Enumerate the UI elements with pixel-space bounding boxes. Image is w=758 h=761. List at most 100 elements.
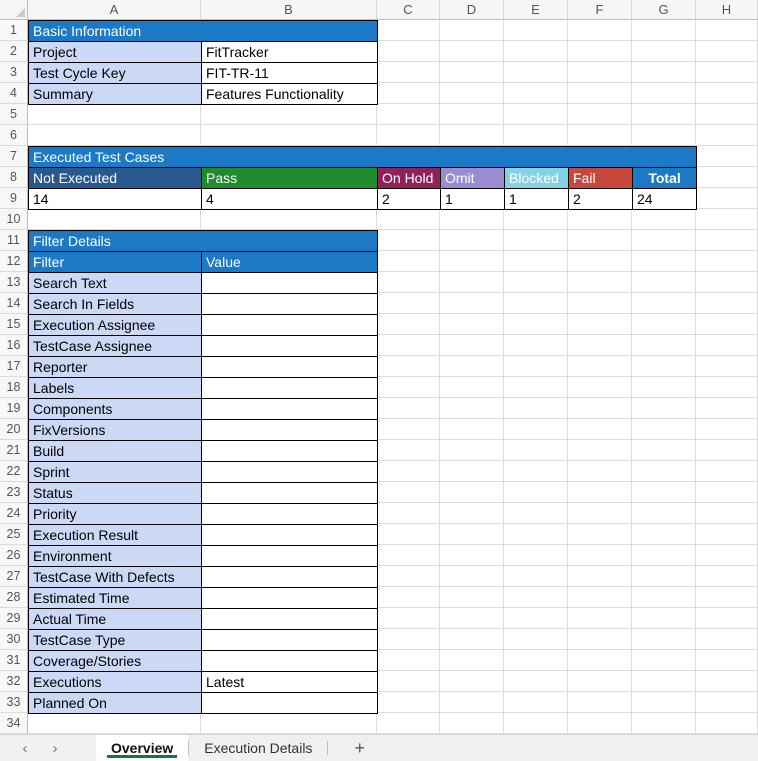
filter-column-header[interactable]: Filter	[28, 251, 202, 273]
filter-value-cell[interactable]	[200, 440, 379, 462]
row-number-34[interactable]: 34	[0, 713, 28, 734]
status-count-cell-on-hold[interactable]: 2	[377, 188, 441, 210]
row-number-22[interactable]: 22	[0, 461, 28, 482]
filter-label-cell[interactable]: Environment	[28, 545, 202, 567]
column-header-a[interactable]: A	[28, 0, 201, 20]
row-number-16[interactable]: 16	[0, 335, 28, 356]
basic-info-label-cell[interactable]: Test Cycle Key	[28, 62, 202, 84]
filter-value-cell[interactable]	[200, 293, 379, 315]
filter-value-cell[interactable]	[200, 419, 379, 441]
filter-value-cell[interactable]	[200, 545, 379, 567]
row-number-30[interactable]: 30	[0, 629, 28, 650]
filter-label-cell[interactable]: Search Text	[28, 272, 202, 294]
column-header-h[interactable]: H	[696, 0, 758, 20]
filter-label-cell[interactable]: Actual Time	[28, 608, 202, 630]
status-header-cell-not-executed[interactable]: Not Executed	[28, 167, 202, 189]
status-header-cell-omit[interactable]: Omit	[440, 167, 505, 189]
filter-label-cell[interactable]: Execution Assignee	[28, 314, 202, 336]
basic-info-value-cell[interactable]: Features Functionality	[200, 83, 379, 105]
row-number-33[interactable]: 33	[0, 692, 28, 713]
tab-overview[interactable]: Overview	[96, 735, 189, 761]
filter-label-cell[interactable]: TestCase With Defects	[28, 566, 202, 588]
next-sheet-icon[interactable]: ›	[40, 735, 70, 761]
filter-label-cell[interactable]: Status	[28, 482, 202, 504]
filter-label-cell[interactable]: Sprint	[28, 461, 202, 483]
column-header-d[interactable]: D	[440, 0, 504, 20]
add-sheet-button[interactable]: +	[328, 735, 391, 761]
row-number-24[interactable]: 24	[0, 503, 28, 524]
row-number-15[interactable]: 15	[0, 314, 28, 335]
row-number-20[interactable]: 20	[0, 419, 28, 440]
filter-value-cell[interactable]	[200, 503, 379, 525]
filter-value-cell[interactable]	[200, 566, 379, 588]
status-count-cell-omit[interactable]: 1	[440, 188, 505, 210]
filter-label-cell[interactable]: Executions	[28, 671, 202, 693]
row-number-13[interactable]: 13	[0, 272, 28, 293]
row-number-1[interactable]: 1	[0, 20, 28, 41]
row-number-19[interactable]: 19	[0, 398, 28, 419]
filter-label-cell[interactable]: Labels	[28, 377, 202, 399]
row-number-23[interactable]: 23	[0, 482, 28, 503]
filter-label-cell[interactable]: TestCase Type	[28, 629, 202, 651]
row-number-5[interactable]: 5	[0, 104, 28, 125]
tab-execution-details[interactable]: Execution Details	[189, 735, 327, 761]
filter-label-cell[interactable]: Estimated Time	[28, 587, 202, 609]
column-header-g[interactable]: G	[632, 0, 696, 20]
row-number-9[interactable]: 9	[0, 188, 28, 209]
column-header-c[interactable]: C	[377, 0, 440, 20]
status-count-cell-total[interactable]: 24	[631, 188, 698, 210]
row-number-14[interactable]: 14	[0, 293, 28, 314]
executed-test-cases-title[interactable]: Executed Test Cases	[27, 146, 698, 168]
column-header-e[interactable]: E	[504, 0, 568, 20]
row-number-10[interactable]: 10	[0, 209, 28, 230]
basic-info-label-cell[interactable]: Summary	[28, 83, 202, 105]
row-number-11[interactable]: 11	[0, 230, 28, 251]
filter-value-cell[interactable]	[200, 629, 379, 651]
filter-value-cell[interactable]	[200, 587, 379, 609]
row-number-32[interactable]: 32	[0, 671, 28, 692]
filter-label-cell[interactable]: Build	[28, 440, 202, 462]
row-number-12[interactable]: 12	[0, 251, 28, 272]
filter-label-cell[interactable]: FixVersions	[28, 419, 202, 441]
status-header-cell-fail[interactable]: Fail	[568, 167, 633, 189]
row-number-27[interactable]: 27	[0, 566, 28, 587]
filter-value-cell[interactable]	[200, 314, 379, 336]
row-number-3[interactable]: 3	[0, 62, 28, 83]
status-header-cell-total[interactable]: Total	[631, 167, 698, 189]
select-all-corner[interactable]	[0, 0, 28, 20]
filter-label-cell[interactable]: Execution Result	[28, 524, 202, 546]
row-number-21[interactable]: 21	[0, 440, 28, 461]
row-number-29[interactable]: 29	[0, 608, 28, 629]
filter-label-cell[interactable]: Search In Fields	[28, 293, 202, 315]
filter-details-title[interactable]: Filter Details	[27, 230, 379, 252]
row-number-7[interactable]: 7	[0, 146, 28, 167]
filter-value-cell[interactable]	[200, 272, 379, 294]
filter-label-cell[interactable]: Priority	[28, 503, 202, 525]
filter-value-cell[interactable]	[200, 692, 379, 714]
row-number-26[interactable]: 26	[0, 545, 28, 566]
status-count-cell-blocked[interactable]: 1	[504, 188, 569, 210]
filter-value-cell[interactable]: Latest	[200, 671, 379, 693]
status-header-cell-pass[interactable]: Pass	[201, 167, 378, 189]
basic-info-label-cell[interactable]: Project	[28, 41, 202, 63]
row-number-2[interactable]: 2	[0, 41, 28, 62]
status-count-cell-pass[interactable]: 4	[201, 188, 378, 210]
column-header-f[interactable]: F	[568, 0, 632, 20]
status-count-cell-fail[interactable]: 2	[568, 188, 633, 210]
filter-value-cell[interactable]	[200, 398, 379, 420]
filter-label-cell[interactable]: Planned On	[28, 692, 202, 714]
filter-value-cell[interactable]	[200, 650, 379, 672]
filter-value-cell[interactable]	[200, 461, 379, 483]
filter-value-cell[interactable]	[200, 377, 379, 399]
row-number-17[interactable]: 17	[0, 356, 28, 377]
filter-label-cell[interactable]: Reporter	[28, 356, 202, 378]
filter-value-cell[interactable]	[200, 335, 379, 357]
row-number-8[interactable]: 8	[0, 167, 28, 188]
status-header-cell-on-hold[interactable]: On Hold	[377, 167, 441, 189]
column-header-b[interactable]: B	[201, 0, 377, 20]
filter-label-cell[interactable]: Components	[28, 398, 202, 420]
filter-value-cell[interactable]	[200, 356, 379, 378]
row-number-18[interactable]: 18	[0, 377, 28, 398]
status-header-cell-blocked[interactable]: Blocked	[504, 167, 569, 189]
row-number-25[interactable]: 25	[0, 524, 28, 545]
